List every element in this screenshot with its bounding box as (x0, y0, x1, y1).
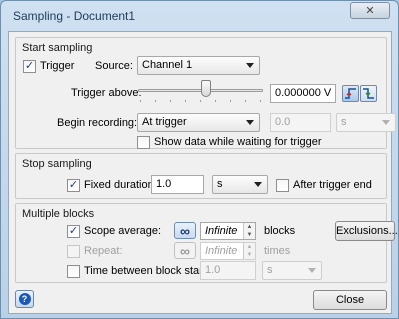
help-icon: ? (18, 293, 31, 305)
start-sampling-group: Start sampling ✓ Trigger Source: Channel… (15, 37, 396, 149)
spinner-arrows-icon[interactable]: ▲ ▼ (243, 243, 255, 259)
spinner-arrows-icon[interactable]: ▲ ▼ (243, 223, 255, 239)
rising-edge-icon (345, 88, 356, 99)
time-between-checkbox[interactable] (67, 265, 80, 278)
after-trigger-end-label: After trigger end (293, 179, 372, 191)
check-icon: ✓ (68, 225, 79, 237)
dialog-body: Start sampling ✓ Trigger Source: Channel… (8, 31, 398, 314)
after-trigger-end-checkbox[interactable] (276, 179, 289, 192)
show-data-label: Show data while waiting for trigger (154, 136, 322, 148)
stop-sampling-legend: Stop sampling (22, 158, 92, 170)
multiple-blocks-group: Multiple blocks ✓ Scope average: ∞ Infin… (15, 203, 398, 283)
source-value: Channel 1 (142, 59, 193, 71)
check-icon: ✓ (24, 60, 35, 72)
time-between-input[interactable]: 1.0 (200, 261, 256, 280)
duration-unit-select[interactable]: s (212, 175, 268, 194)
begin-recording-label: Begin recording: (57, 117, 138, 129)
sampling-dialog: Sampling - Document1 ✕ Start sampling ✓ … (0, 0, 399, 319)
threshold-value: 0.000000 V (275, 87, 332, 99)
help-button[interactable]: ? (15, 290, 34, 308)
repeat-infinite-button[interactable]: ∞ (174, 242, 196, 259)
fixed-duration-label: Fixed duration: (84, 179, 157, 191)
repeat-value: Infinite (205, 245, 238, 257)
pretrigger-value: 0.0 (275, 116, 291, 128)
trigger-label: Trigger (40, 60, 75, 72)
scope-average-value: Infinite (205, 225, 238, 237)
chevron-down-icon (246, 120, 254, 125)
scope-average-infinite-button[interactable]: ∞ (174, 222, 196, 239)
pretrigger-input[interactable]: 0.0 (270, 113, 331, 132)
chevron-down-icon (308, 268, 316, 273)
source-select[interactable]: Channel 1 (137, 56, 260, 75)
falling-edge-icon (363, 88, 374, 99)
time-between-unit-value: s (267, 264, 273, 276)
begin-recording-select[interactable]: At trigger (137, 113, 260, 132)
show-data-checkbox[interactable] (137, 136, 150, 149)
check-icon: ✓ (68, 179, 79, 191)
time-between-unit-select[interactable]: s (262, 261, 322, 280)
stop-sampling-group: Stop sampling ✓ Fixed duration: 1.0 s Af… (15, 153, 387, 199)
scope-average-label: Scope average: (84, 225, 162, 237)
chevron-down-icon (246, 63, 254, 68)
chevron-down-icon (254, 182, 262, 187)
pretrigger-unit-select[interactable]: s (336, 113, 396, 132)
title-bar[interactable]: Sampling - Document1 ✕ (1, 1, 398, 29)
infinity-icon: ∞ (180, 242, 190, 259)
scope-average-checkbox[interactable]: ✓ (67, 225, 80, 238)
scope-average-unit: blocks (264, 225, 296, 237)
repeat-unit: times (264, 245, 291, 257)
infinity-icon: ∞ (180, 222, 190, 239)
slider-ticks (138, 100, 263, 103)
close-icon: ✕ (365, 5, 375, 17)
repeat-spinner[interactable]: Infinite ▲ ▼ (200, 242, 256, 260)
pretrigger-unit-value: s (341, 116, 347, 128)
duration-input[interactable]: 1.0 (151, 175, 204, 194)
exclusions-button[interactable]: Exclusions... (335, 221, 398, 241)
falling-edge-button[interactable] (360, 85, 377, 102)
trigger-above-label: Trigger above: (71, 87, 142, 99)
start-sampling-legend: Start sampling (22, 42, 93, 54)
window-close-button[interactable]: ✕ (350, 2, 390, 19)
source-label: Source: (95, 60, 133, 72)
time-between-value: 1.0 (205, 264, 221, 276)
rising-edge-button[interactable] (342, 85, 359, 102)
repeat-label: Repeat: (84, 245, 123, 257)
chevron-down-icon (382, 120, 390, 125)
fixed-duration-checkbox[interactable]: ✓ (67, 179, 80, 192)
scope-average-spinner[interactable]: Infinite ▲ ▼ (200, 222, 256, 240)
duration-value: 1.0 (156, 178, 172, 190)
close-button[interactable]: Close (313, 290, 387, 310)
trigger-threshold-input[interactable]: 0.000000 V (270, 84, 336, 103)
trigger-checkbox[interactable]: ✓ (23, 60, 36, 73)
begin-recording-value: At trigger (142, 116, 187, 128)
repeat-checkbox[interactable] (67, 245, 80, 258)
duration-unit-value: s (217, 178, 223, 190)
trigger-slider-thumb[interactable] (201, 80, 212, 97)
window-title: Sampling - Document1 (13, 9, 136, 23)
multiple-blocks-legend: Multiple blocks (22, 208, 95, 220)
time-between-label: Time between block starts: (84, 265, 215, 277)
